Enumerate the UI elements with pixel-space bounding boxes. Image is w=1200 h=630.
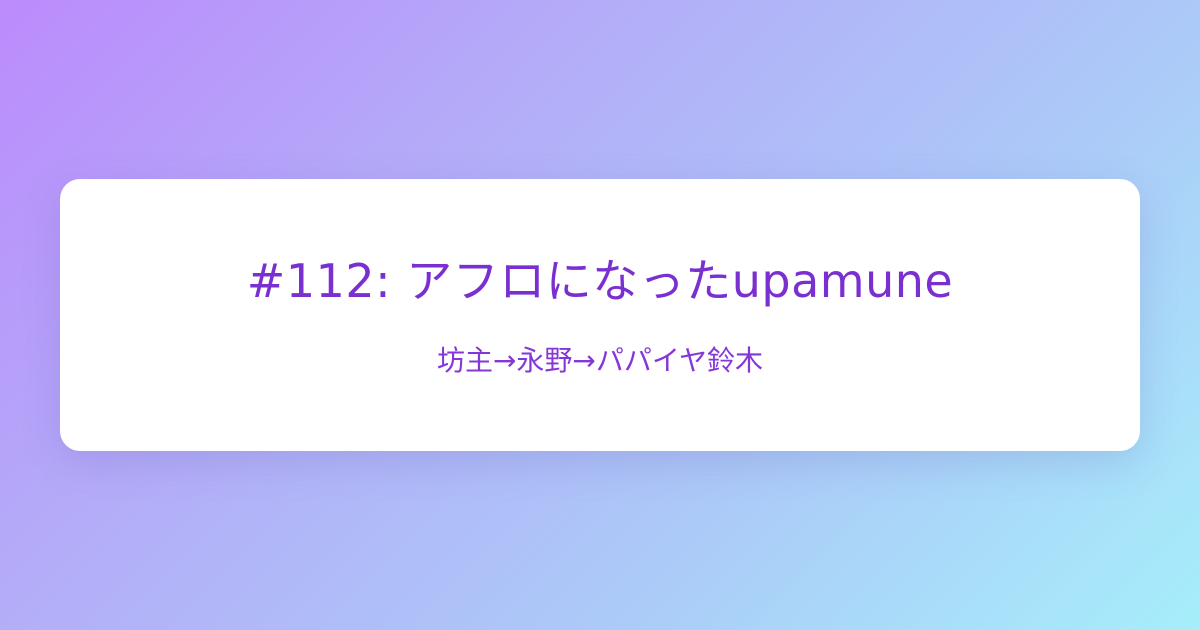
episode-subtitle: 坊主→永野→パパイヤ鈴木 — [436, 344, 764, 377]
og-card-page: { "episode": { "title": "#112: アフロになったup… — [0, 0, 1200, 630]
title-card: #112: アフロになったupamune 坊主→永野→パパイヤ鈴木 — [60, 179, 1140, 451]
episode-title: #112: アフロになったupamune — [246, 254, 954, 308]
